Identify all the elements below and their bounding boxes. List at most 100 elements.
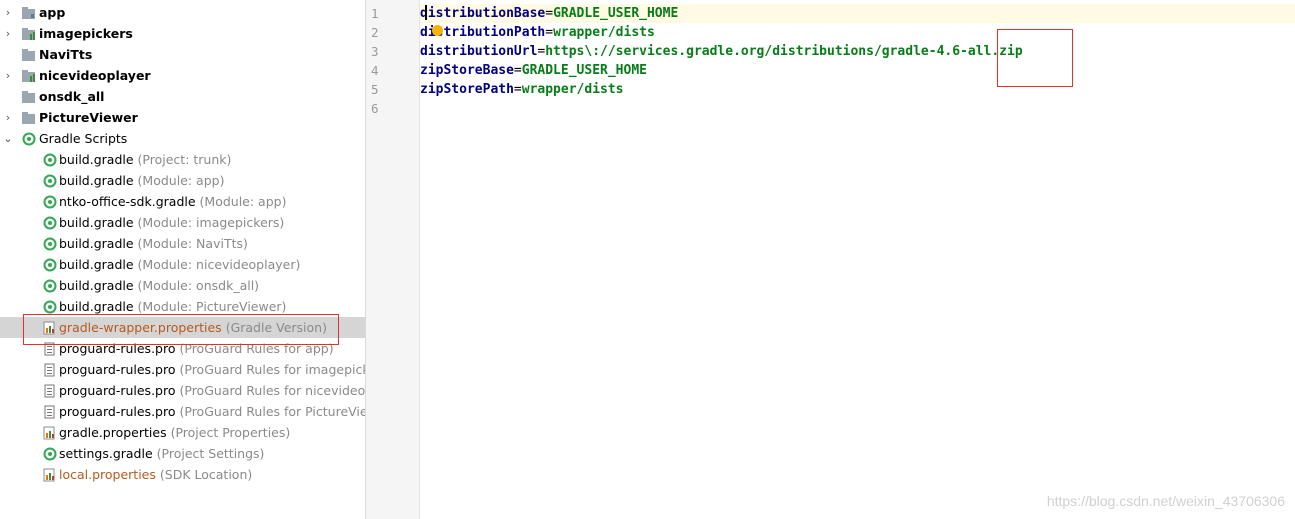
file-name: build.gradle — [59, 152, 134, 167]
watermark: https://blog.csdn.net/weixin_43706306 — [1046, 493, 1285, 509]
gradle-icon — [43, 237, 57, 251]
gradle-icon — [43, 300, 57, 314]
file-hint: (Module: onsdk_all) — [137, 278, 260, 293]
code-line[interactable]: distributionUrl=https\://services.gradle… — [420, 42, 1295, 61]
expand-arrow-icon[interactable]: › — [3, 23, 13, 44]
file-name: build.gradle — [59, 215, 134, 230]
module-label: app — [39, 5, 66, 20]
file-name: gradle.properties — [59, 425, 167, 440]
file-name: build.gradle — [59, 236, 134, 251]
gradle-icon — [43, 447, 57, 461]
property-key: zipStorePath — [420, 82, 514, 97]
property-value: GRADLE_USER_HOME — [553, 6, 679, 21]
code-line[interactable]: distributionPath=wrapper/dists — [420, 23, 1295, 42]
equals-sign: = — [513, 63, 522, 78]
tree-item-script[interactable]: proguard-rules.pro (ProGuard Rules for Pi… — [0, 401, 365, 422]
property-key: distributionBase — [420, 6, 546, 21]
tree-item-script[interactable]: proguard-rules.pro (ProGuard Rules for im… — [0, 359, 365, 380]
project-tree-panel: › app › imagepickers NaviTts › nicevideo… — [0, 0, 366, 519]
property-value: https\://services.gradle.org/distributio… — [545, 44, 1023, 59]
tree-item-script[interactable]: proguard-rules.pro (ProGuard Rules for ni… — [0, 380, 365, 401]
equals-sign: = — [545, 6, 554, 21]
file-hint: (ProGuard Rules for imagepicker — [179, 362, 366, 377]
file-hint: (Module: app) — [137, 173, 225, 188]
module-label: PictureViewer — [39, 110, 138, 125]
line-number: 6 — [371, 101, 379, 116]
expand-arrow-icon[interactable]: › — [3, 2, 13, 23]
tree-item-script[interactable]: build.gradle (Project: trunk) — [0, 149, 365, 170]
line-number: 1 — [371, 6, 379, 21]
module-folder-icon — [22, 6, 36, 20]
module-folder-icon — [22, 69, 36, 83]
line-number: 2 — [371, 25, 379, 40]
equals-sign: = — [513, 82, 522, 97]
gradle-icon — [43, 258, 57, 272]
property-value: wrapper/dists — [553, 25, 655, 40]
text-file-icon — [43, 405, 57, 419]
tree-item-navitts[interactable]: NaviTts — [0, 44, 365, 65]
file-hint: (Module: NaviTts) — [137, 236, 248, 251]
file-hint: (Project: trunk) — [137, 152, 232, 167]
equals-sign: = — [545, 25, 554, 40]
tree-item-pictureviewer[interactable]: › PictureViewer — [0, 107, 365, 128]
module-folder-icon — [22, 27, 36, 41]
expand-arrow-icon[interactable]: › — [3, 65, 13, 86]
file-hint: (SDK Location) — [159, 467, 253, 482]
code-line[interactable]: zipStorePath=wrapper/dists — [420, 80, 1295, 99]
file-name: build.gradle — [59, 278, 134, 293]
tree-item-script[interactable]: build.gradle (Module: app) — [0, 170, 365, 191]
tree-item-script[interactable]: build.gradle (Module: nicevideoplayer) — [0, 254, 365, 275]
properties-icon — [43, 426, 57, 440]
text-file-icon — [43, 384, 57, 398]
file-hint: (ProGuard Rules for PictureViewe — [179, 404, 366, 419]
property-value: wrapper/dists — [521, 82, 624, 97]
tree-item-script[interactable]: settings.gradle (Project Settings) — [0, 443, 365, 464]
tree-item-script[interactable]: build.gradle (Module: NaviTts) — [0, 233, 365, 254]
file-hint: (Module: app) — [199, 194, 287, 209]
file-name: proguard-rules.pro — [59, 404, 176, 419]
expand-arrow-icon[interactable]: › — [3, 107, 13, 128]
file-name: ntko-office-sdk.gradle — [59, 194, 196, 209]
file-name: proguard-rules.pro — [59, 362, 176, 377]
module-folder-icon — [22, 111, 36, 125]
file-name: build.gradle — [59, 173, 134, 188]
gradle-icon — [43, 174, 57, 188]
tree-item-script[interactable]: ntko-office-sdk.gradle (Module: app) — [0, 191, 365, 212]
tree-item-script[interactable]: gradle.properties (Project Properties) — [0, 422, 365, 443]
code-line[interactable]: distributionBase=GRADLE_USER_HOME — [420, 4, 1295, 23]
file-hint: (Project Settings) — [156, 446, 265, 461]
tree-item-script[interactable]: local.properties (SDK Location) — [0, 464, 365, 485]
tree-item-imagepickers[interactable]: › imagepickers — [0, 23, 365, 44]
line-number-gutter: 1 2 3 4 5 6 — [366, 0, 420, 519]
tree-item-gradle-scripts[interactable]: ⌄ Gradle Scripts — [0, 128, 365, 149]
property-key: zipStoreBase — [420, 63, 514, 78]
module-label: nicevideoplayer — [39, 68, 151, 83]
file-name: settings.gradle — [59, 446, 153, 461]
module-folder-icon — [22, 48, 36, 62]
annotation-box — [997, 29, 1073, 87]
code-editor[interactable]: 1 2 3 4 5 6 distributionBase=GRADLE_USER… — [366, 0, 1295, 519]
annotation-box — [23, 314, 339, 345]
gradle-icon — [43, 216, 57, 230]
property-key: distributionUrl — [420, 44, 538, 59]
tree-item-onsdk-all[interactable]: onsdk_all — [0, 86, 365, 107]
line-number: 4 — [371, 63, 379, 78]
file-name: build.gradle — [59, 299, 134, 314]
tree-item-script[interactable]: build.gradle (Module: imagepickers) — [0, 212, 365, 233]
gradle-icon — [43, 153, 57, 167]
code-line[interactable] — [420, 99, 1295, 118]
group-label: Gradle Scripts — [39, 131, 128, 146]
tree-item-script[interactable]: build.gradle (Module: onsdk_all) — [0, 275, 365, 296]
intention-bulb-icon[interactable] — [432, 25, 443, 36]
module-label: onsdk_all — [39, 89, 105, 104]
line-number: 5 — [371, 82, 379, 97]
file-name: proguard-rules.pro — [59, 383, 176, 398]
file-hint: (Module: nicevideoplayer) — [137, 257, 301, 272]
collapse-arrow-icon[interactable]: ⌄ — [3, 128, 13, 149]
tree-item-app[interactable]: › app — [0, 2, 365, 23]
module-folder-icon — [22, 90, 36, 104]
tree-item-nicevideoplayer[interactable]: › nicevideoplayer — [0, 65, 365, 86]
file-hint: (Module: imagepickers) — [137, 215, 285, 230]
file-hint: (Project Properties) — [170, 425, 291, 440]
code-line[interactable]: zipStoreBase=GRADLE_USER_HOME — [420, 61, 1295, 80]
